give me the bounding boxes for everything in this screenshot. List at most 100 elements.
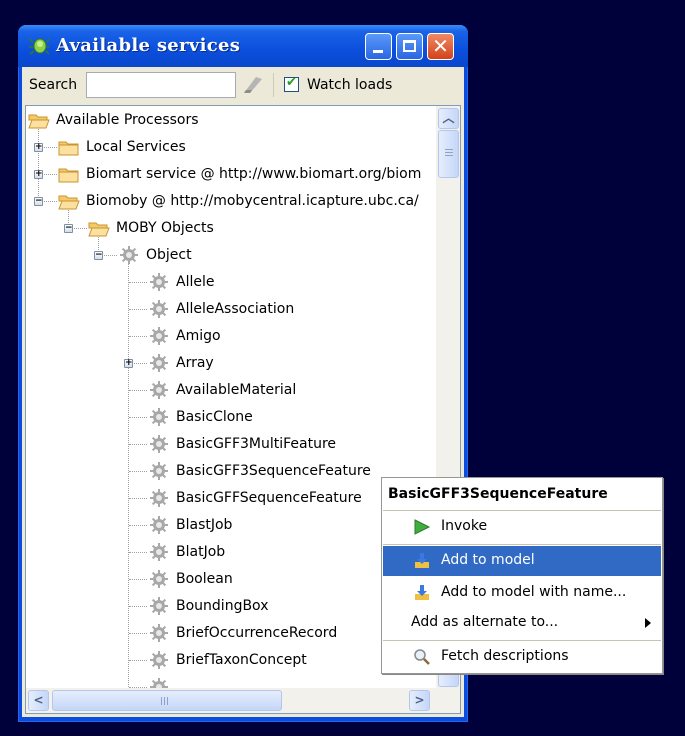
expand-icon[interactable]: + [34,170,43,179]
tree-node[interactable]: AvailableMaterial [26,377,436,404]
tree-node-label: Array [176,355,214,371]
maximize-icon [403,40,416,52]
collapse-icon[interactable]: − [64,224,73,233]
tree-connector [129,336,147,337]
tree-node[interactable]: Boolean [26,566,436,593]
minimize-icon [373,50,383,53]
tree-node[interactable]: + Array [26,350,436,377]
gear-icon [148,326,170,346]
expand-icon[interactable]: + [124,359,133,368]
tree-connector [129,444,147,445]
tree-node[interactable]: BriefOccurrenceRecord [26,620,436,647]
gear-icon [148,380,170,400]
collapse-icon[interactable]: − [94,251,103,260]
close-button[interactable]: ✕ [427,33,454,60]
watch-loads-label: Watch loads [307,77,393,93]
gear-icon [148,515,170,535]
tree-node[interactable]: BlatJob [26,539,436,566]
scroll-up-button[interactable]: ︿ [438,108,459,129]
tree-node[interactable]: BlastJob [26,512,436,539]
folder-icon [58,164,80,184]
chevron-up-icon: ︿ [442,111,455,125]
tree-connector [129,390,147,391]
vertical-scroll-thumb[interactable] [438,130,459,178]
tree-connector [129,552,147,553]
tree-node-label: MOBY Objects [116,220,214,236]
chevron-right-icon: > [414,693,425,707]
folder-open-icon [88,218,110,238]
tree-node[interactable]: − Biomoby @ http://mobycentral.icapture.u… [26,188,436,215]
eraser-icon[interactable] [240,75,264,95]
menu-separator [383,544,661,545]
gear-icon [148,623,170,643]
gear-icon [148,461,170,481]
gear-icon [148,650,170,670]
tree-node[interactable]: Available Processors [26,107,436,134]
tree-node-label: Object [146,247,192,263]
gear-icon [148,353,170,373]
maximize-button[interactable] [396,33,423,60]
tree-node[interactable]: − MOBY Objects [26,215,436,242]
gear-icon [148,272,170,292]
tree-node[interactable]: BoundingBox [26,593,436,620]
submenu-arrow-icon [645,618,651,628]
tree-connector [129,606,147,607]
toolbar-separator [273,73,274,97]
context-menu: BasicGFF3SequenceFeature Invoke Add to m… [381,477,663,674]
tree-node-label: BasicGFF3MultiFeature [176,436,337,452]
tree-node[interactable]: BasicClone [26,404,436,431]
menu-item-add-to-model[interactable]: Add to model [383,546,661,576]
gear-icon [148,596,170,616]
gear-icon [148,569,170,589]
grip-icon [445,149,453,158]
scroll-left-button[interactable]: < [28,690,49,711]
search-input[interactable] [86,72,236,98]
gear-icon [148,434,170,454]
menu-item-add-to-model-with-name[interactable]: Add to model with name... [383,578,661,608]
window-title: Available services [56,35,241,56]
tree-node[interactable]: Allele [26,269,436,296]
menu-item-label: Add to model [441,552,535,568]
horizontal-scroll-thumb[interactable] [52,690,282,711]
collapse-icon[interactable]: − [34,197,43,206]
menu-item-add-as-alternate[interactable]: Add as alternate to... [383,608,661,638]
menu-item-invoke[interactable]: Invoke [383,512,661,542]
tree-node-label: BriefOccurrenceRecord [176,625,338,641]
watch-loads-checkbox[interactable]: ✔ [284,75,299,92]
bug-icon [28,38,50,55]
tree-connector [129,633,147,634]
horizontal-scrollbar[interactable]: < > [26,688,460,713]
tree-node[interactable]: AlleleAssociation [26,296,436,323]
menu-item-fetch-descriptions[interactable]: Fetch descriptions [383,642,661,672]
tree-node[interactable]: − Object [26,242,436,269]
tree-node-label: AlleleAssociation [176,301,295,317]
tree-node[interactable]: BasicGFFSequenceFeature [26,485,436,512]
expand-icon[interactable]: + [34,143,43,152]
grip-icon [161,697,170,705]
tree-node[interactable]: Amigo [26,323,436,350]
menu-item-label: Add to model with name... [441,584,627,600]
tree-node[interactable]: BriefTaxonConcept [26,647,436,674]
tree-node[interactable]: + Biomart service @ http://www.biomart.or… [26,161,436,188]
tree-node-label: Amigo [176,328,221,344]
minimize-button[interactable] [365,33,392,60]
gear-icon [148,299,170,319]
tree-node-label: BlastJob [176,517,233,533]
tree-viewport: Available Processors + Local Services + Biom… [26,106,436,688]
tree-node[interactable]: + Local Services [26,134,436,161]
tree-node[interactable] [26,674,436,688]
tree-node[interactable]: BasicGFF3SequenceFeature [26,458,436,485]
title-bar[interactable]: Available services ✕ [18,25,468,67]
menu-separator [383,640,661,641]
add-to-model-icon [415,553,429,568]
tree-node[interactable]: BasicGFF3MultiFeature [26,431,436,458]
folder-icon [58,137,80,157]
tree-connector [129,309,147,310]
scroll-right-button[interactable]: > [409,690,430,711]
tree-node-label: Allele [176,274,215,290]
menu-item-label: Fetch descriptions [441,648,569,664]
tree-node-label: Biomoby @ http://mobycentral.icapture.ub… [86,193,419,209]
menu-item-label: Add as alternate to... [411,614,559,630]
gear-icon [148,488,170,508]
context-menu-title: BasicGFF3SequenceFeature [382,478,662,510]
